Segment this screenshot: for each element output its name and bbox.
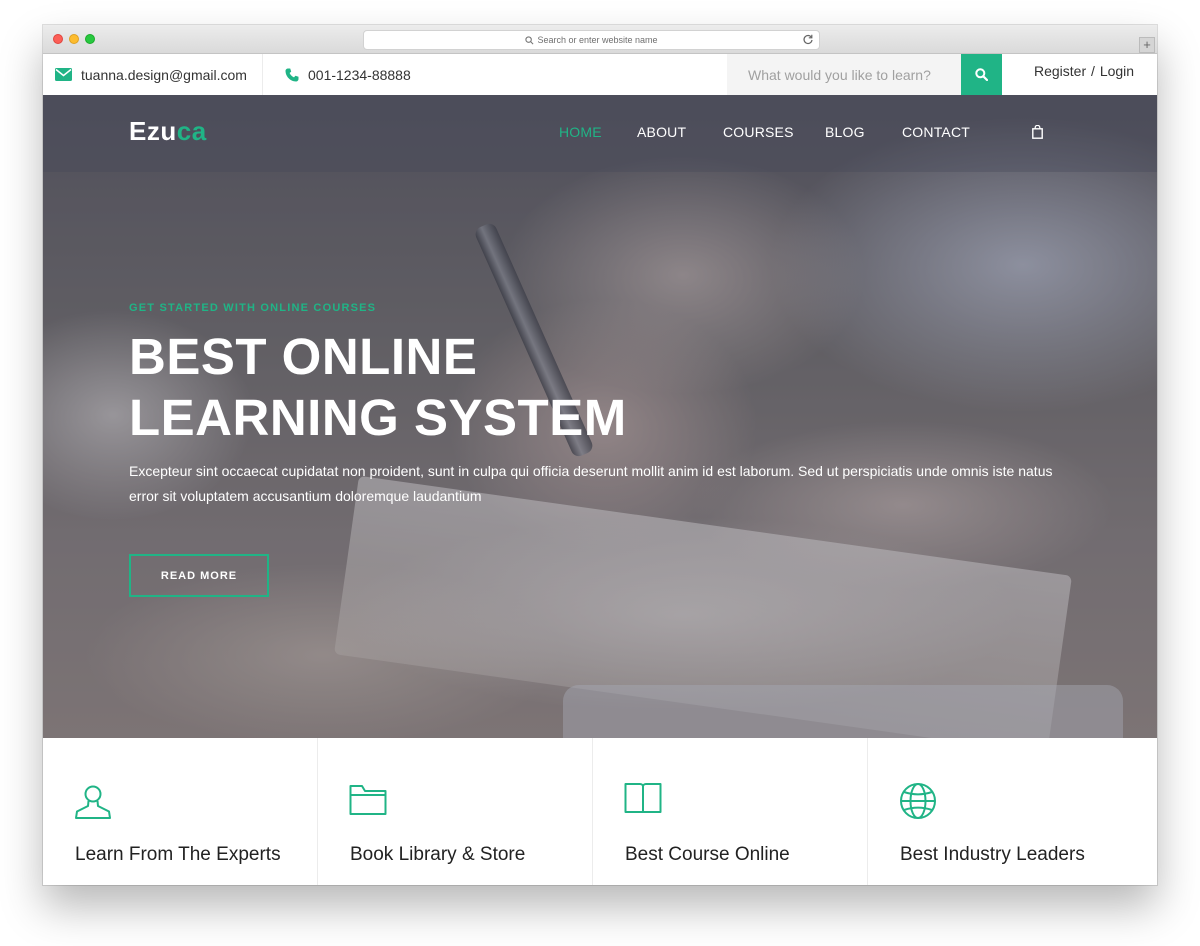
logo-accent: ca [176,116,207,146]
browser-window: Search or enter website name + tuanna.de… [43,25,1157,885]
main-navbar: Ezuca HOME ABOUT COURSES BLOG CONTACT [43,95,1157,172]
search-icon [975,68,988,81]
hero-section: Ezuca HOME ABOUT COURSES BLOG CONTACT GE… [43,95,1157,738]
feature-card[interactable]: Learn From The Experts [43,738,318,885]
contact-email[interactable]: tuanna.design@gmail.com [55,54,247,95]
email-text: tuanna.design@gmail.com [81,66,247,83]
site-logo[interactable]: Ezuca [129,116,207,147]
globe-icon [900,783,936,819]
read-more-button[interactable]: READ MORE [129,554,269,597]
folder-icon [349,785,387,815]
hero-headline: BEST ONLINE LEARNING SYSTEM [129,326,627,448]
contact-phone[interactable]: 001-1234-88888 [285,54,411,95]
feature-title: Learn From The Experts [75,844,281,865]
search-icon [525,36,534,45]
address-bar[interactable]: Search or enter website name [363,30,820,50]
auth-links: Register / Login [1034,63,1134,79]
reload-icon[interactable] [802,33,814,45]
auth-separator: / [1091,63,1095,79]
zoom-window-button[interactable] [85,34,95,44]
hero-lead-text: Excepteur sint occaecat cupidatat non pr… [129,463,1053,504]
logo-main: Ezu [129,116,177,146]
feature-title: Book Library & Store [350,844,526,865]
course-search-input[interactable] [727,54,961,95]
hero-headline-line1: BEST ONLINE [129,328,478,385]
nav-item-contact[interactable]: CONTACT [902,124,970,140]
nav-item-blog[interactable]: BLOG [825,124,865,140]
close-window-button[interactable] [53,34,63,44]
nav-item-home[interactable]: HOME [559,124,602,140]
feature-title: Best Course Online [625,844,790,865]
book-icon [624,783,662,813]
feature-card[interactable]: Best Course Online [593,738,868,885]
top-info-bar: tuanna.design@gmail.com 001-1234-88888 R… [43,54,1157,96]
register-link[interactable]: Register [1034,63,1086,79]
user-icon [75,785,111,819]
hero-kicker: GET STARTED WITH ONLINE COURSES [129,302,377,314]
features-row: Learn From The Experts Book Library & St… [43,738,1157,885]
phone-icon [285,68,299,81]
search-button[interactable] [961,54,1002,95]
envelope-icon [55,68,72,81]
nav-item-about[interactable]: ABOUT [637,124,686,140]
minimize-window-button[interactable] [69,34,79,44]
address-placeholder: Search or enter website name [537,35,658,45]
divider [262,54,263,95]
feature-card[interactable]: Best Industry Leaders [868,738,1143,885]
phone-text: 001-1234-88888 [308,66,411,83]
shopping-bag-icon[interactable] [1032,125,1043,139]
nav-item-courses[interactable]: COURSES [723,124,794,140]
feature-card[interactable]: Book Library & Store [318,738,593,885]
browser-toolbar: Search or enter website name + [43,25,1157,54]
login-link[interactable]: Login [1100,63,1134,79]
hero-headline-line2: LEARNING SYSTEM [129,389,627,446]
new-tab-button[interactable]: + [1139,37,1155,53]
feature-title: Best Industry Leaders [900,844,1085,865]
